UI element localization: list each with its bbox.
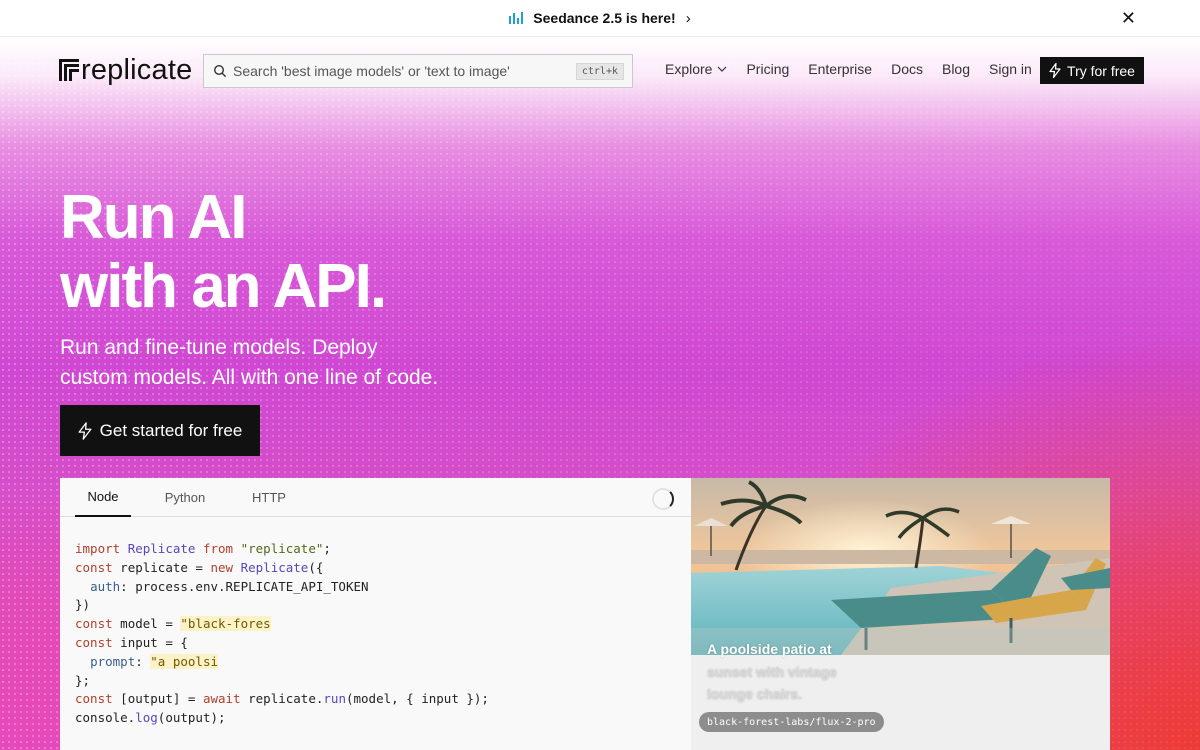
code-panel: Node Python HTTP import Replicate from "… <box>60 478 691 750</box>
try-for-free-button[interactable]: Try for free <box>1040 57 1144 84</box>
model-tag[interactable]: black-forest-labs/flux-2-pro <box>699 712 884 732</box>
nav-enterprise[interactable]: Enterprise <box>808 61 872 77</box>
nav-explore[interactable]: Explore <box>665 61 727 77</box>
code-token: const <box>75 559 113 575</box>
hero-title-line2: with an API. <box>60 252 387 321</box>
code-token: import <box>75 541 121 556</box>
code-token: new <box>210 559 234 575</box>
code-token: : process.env.REPLICATE_API_TOKEN <box>120 578 369 594</box>
code-token: ; <box>323 541 331 556</box>
code-line: }; <box>75 672 489 691</box>
nav-pricing[interactable]: Pricing <box>746 61 789 77</box>
code-line: const input = { <box>75 634 489 653</box>
tab-node[interactable]: Node <box>75 478 131 517</box>
code-line: auth: process.env.REPLICATE_API_TOKEN <box>75 578 489 597</box>
code-snippet[interactable]: import Replicate from "replicate"; const … <box>75 540 489 728</box>
code-token: log <box>135 710 158 726</box>
search-shortcut-badge: ctrl+k <box>575 62 624 80</box>
code-token: from <box>202 541 234 556</box>
hero-subtitle-line2: custom models. All with one line of code… <box>60 366 439 389</box>
code-token: input = { <box>112 634 188 650</box>
code-token: "replicate" <box>240 541 324 556</box>
code-line: const replicate = new Replicate({ <box>75 559 489 578</box>
code-token: auth <box>90 578 121 594</box>
caption-line2: sunset with vintage <box>707 663 837 680</box>
get-started-button[interactable]: Get started for free <box>60 405 260 456</box>
nav-signin[interactable]: Sign in <box>989 61 1032 77</box>
image-caption: A poolside patio at sunset with vintage … <box>707 638 907 706</box>
code-token: await <box>202 691 241 707</box>
nav-docs[interactable]: Docs <box>891 61 923 77</box>
hero-subtitle: Run and fine-tune models. Deploy custom … <box>60 333 480 393</box>
code-token: "a poolsi <box>150 653 219 669</box>
code-token: Replicate <box>240 559 309 575</box>
logo-text: replicate <box>81 53 193 86</box>
code-token: Replicate <box>127 541 196 556</box>
code-token: replicate. <box>240 691 324 707</box>
replicate-logo-icon <box>59 59 79 81</box>
code-token: }; <box>75 672 91 688</box>
get-started-label: Get started for free <box>99 420 243 440</box>
hero-title-line1: Run AI <box>60 183 247 252</box>
code-token: : <box>135 653 151 669</box>
try-label: Try for free <box>1067 62 1135 79</box>
code-token: "black-fores <box>180 616 271 632</box>
code-token: replicate = <box>112 559 211 575</box>
nav-explore-label: Explore <box>665 61 713 77</box>
hero-title: Run AI with an API. <box>60 183 620 321</box>
chart-bars-icon <box>509 12 524 24</box>
search-placeholder: Search 'best image models' or 'text to i… <box>233 63 510 79</box>
lightning-icon <box>78 421 92 440</box>
generated-image <box>691 478 1110 655</box>
chevron-down-icon <box>718 66 727 72</box>
tab-http[interactable]: HTTP <box>240 478 298 517</box>
code-token: const <box>75 634 113 650</box>
code-line: import Replicate from "replicate"; <box>75 540 489 559</box>
code-line: prompt: "a poolsi <box>75 653 489 672</box>
chevron-right-icon: › <box>685 9 691 27</box>
code-token: run <box>323 691 346 707</box>
code-tabs: Node Python HTTP <box>60 478 691 517</box>
logo[interactable]: replicate <box>59 54 192 86</box>
search-icon <box>213 64 227 78</box>
caption-line3: lounge chairs. <box>707 686 802 702</box>
close-icon[interactable]: ✕ <box>1121 8 1136 29</box>
code-token: ({ <box>308 559 324 575</box>
announcement-banner[interactable]: Seedance 2.5 is here! › ✕ <box>0 0 1200 37</box>
caption-line1: A poolside patio at <box>707 641 832 657</box>
code-token: const <box>75 691 113 707</box>
code-token: }) <box>75 597 91 613</box>
code-line: const [output] = await replicate.run(mod… <box>75 690 489 709</box>
site-header: replicate Search 'best image models' or … <box>0 37 1200 107</box>
code-token: model = <box>112 616 181 632</box>
code-line: }) <box>75 596 489 615</box>
code-line: console.log(output); <box>75 709 489 728</box>
search-input[interactable]: Search 'best image models' or 'text to i… <box>203 54 633 88</box>
code-token: [output] = <box>112 691 203 707</box>
announcement-text[interactable]: Seedance 2.5 is here! <box>533 10 675 26</box>
loading-spinner-icon <box>652 488 674 510</box>
code-token: const <box>75 616 113 632</box>
hero-subtitle-line1: Run and fine-tune models. Deploy <box>60 336 378 359</box>
code-token: console. <box>75 710 136 726</box>
tab-python[interactable]: Python <box>155 478 215 517</box>
nav-blog[interactable]: Blog <box>942 61 970 77</box>
code-line: const model = "black-fores <box>75 615 489 634</box>
code-token: (model, { input }); <box>345 691 489 707</box>
code-token: prompt <box>90 653 136 669</box>
code-token: (output); <box>157 710 226 726</box>
output-image-card[interactable]: A poolside patio at sunset with vintage … <box>691 478 1110 750</box>
lightning-icon <box>1049 63 1061 78</box>
main-nav: Explore Pricing Enterprise Docs Blog Sig… <box>665 61 1051 77</box>
